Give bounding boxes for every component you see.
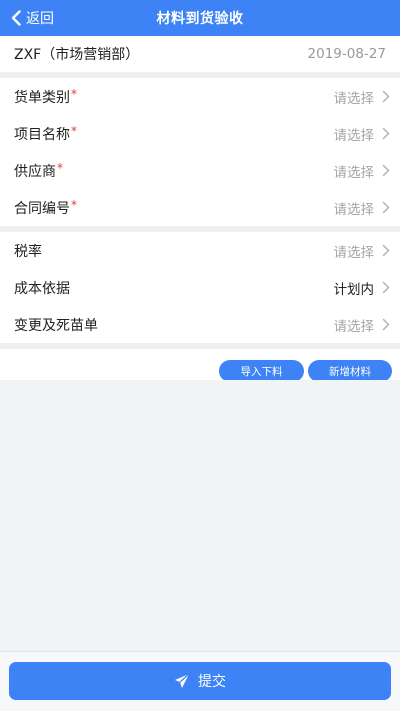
field-value: 请选择	[333, 318, 375, 335]
page-title: 材料到货验收	[156, 11, 244, 27]
chevron-right-icon	[382, 127, 390, 140]
field-value: 请选择	[333, 90, 375, 107]
required-mark: *	[71, 197, 77, 212]
field-value: 请选择	[333, 244, 375, 261]
field-label: 合同编号*	[14, 197, 77, 217]
field-label: 供应商*	[14, 160, 63, 180]
submit-button[interactable]: 提交	[9, 662, 391, 700]
field-project-name[interactable]: 项目名称* 请选择	[0, 115, 400, 152]
chevron-right-icon	[382, 244, 390, 257]
add-material-button[interactable]: 新增材料	[308, 360, 392, 382]
import-material-button[interactable]: 导入下料	[219, 360, 304, 382]
required-mark: *	[71, 86, 77, 101]
date-label: 2019-08-27	[307, 46, 386, 62]
field-supplier[interactable]: 供应商* 请选择	[0, 152, 400, 189]
chevron-right-icon	[382, 281, 390, 294]
field-label: 项目名称*	[14, 123, 77, 143]
field-contract-number[interactable]: 合同编号* 请选择	[0, 189, 400, 226]
field-order-type[interactable]: 货单类别* 请选择	[0, 78, 400, 115]
field-value: 请选择	[333, 164, 375, 181]
field-label: 变更及死苗单	[14, 317, 98, 334]
field-value: 请选择	[333, 201, 375, 218]
optional-fields-group: 税率 请选择 成本依据 计划内 变更及死苗单 请选择	[0, 232, 400, 343]
chevron-right-icon	[382, 90, 390, 103]
chevron-left-icon	[11, 10, 21, 26]
field-value: 请选择	[333, 127, 375, 144]
field-cost-basis[interactable]: 成本依据 计划内	[0, 269, 400, 306]
header-info: ZXF（市场营销部） 2019-08-27	[0, 36, 400, 72]
submit-label: 提交	[198, 673, 226, 689]
field-label: 货单类别*	[14, 86, 77, 106]
chevron-right-icon	[382, 318, 390, 331]
chevron-right-icon	[382, 164, 390, 177]
required-mark: *	[71, 123, 77, 138]
field-change-order[interactable]: 变更及死苗单 请选择	[0, 306, 400, 343]
back-label: 返回	[26, 11, 54, 27]
material-list-area	[0, 380, 400, 651]
field-value: 计划内	[333, 281, 375, 298]
field-tax-rate[interactable]: 税率 请选择	[0, 232, 400, 269]
required-fields-group: 货单类别* 请选择 项目名称* 请选择 供应商* 请选择 合同编号* 请选择	[0, 78, 400, 226]
required-mark: *	[57, 160, 63, 175]
paper-plane-icon	[175, 673, 190, 688]
department-label: ZXF（市场营销部）	[14, 47, 140, 63]
field-label: 成本依据	[14, 280, 70, 297]
chevron-right-icon	[382, 201, 390, 214]
field-label: 税率	[14, 243, 42, 260]
nav-bar: 返回 材料到货验收	[0, 0, 400, 36]
back-button[interactable]: 返回	[10, 0, 54, 36]
footer-bar: 提交	[0, 651, 400, 711]
